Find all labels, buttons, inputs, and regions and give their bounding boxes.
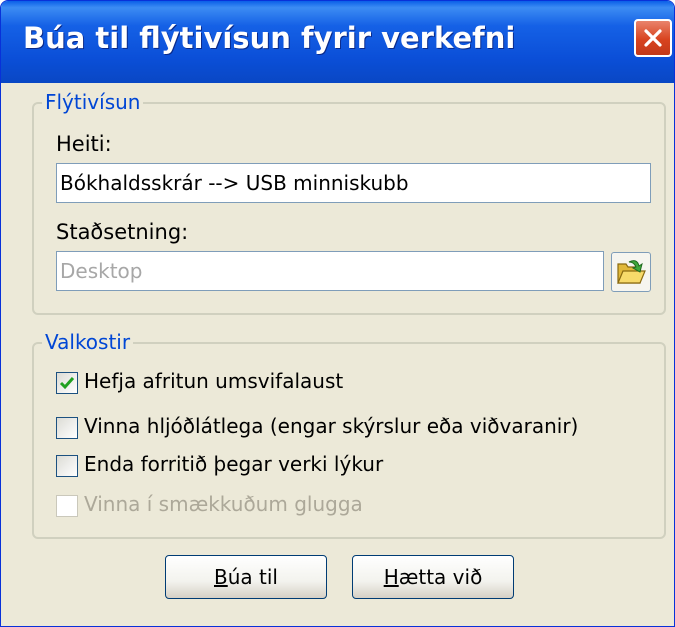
cancel-label: ætta við <box>398 565 483 589</box>
create-label: úa til <box>227 565 278 589</box>
exit-when-done-label: Enda forritið þegar verki lýkur <box>84 452 384 476</box>
create-mnemonic: B <box>214 565 228 589</box>
exit-when-done-checkbox[interactable] <box>56 455 78 477</box>
folder-browse-icon <box>617 260 646 284</box>
browse-button[interactable] <box>611 252 651 292</box>
shortcut-group-legend: Flýtivísun <box>42 90 144 114</box>
location-field: Desktop <box>56 251 604 291</box>
location-label: Staðsetning: <box>56 220 189 244</box>
minimized-checkbox <box>56 495 78 517</box>
start-immediately-label: Hefja afritun umsvifalaust <box>84 369 344 393</box>
name-label: Heiti: <box>56 132 112 156</box>
options-group-legend: Valkostir <box>42 330 134 354</box>
close-icon <box>644 29 662 47</box>
create-button[interactable]: Búa til <box>165 555 327 599</box>
start-immediately-checkbox[interactable] <box>56 372 78 394</box>
silent-checkbox[interactable] <box>56 417 78 439</box>
cancel-mnemonic: H <box>383 565 399 589</box>
close-button[interactable] <box>634 19 672 57</box>
cancel-button[interactable]: Hætta við <box>352 555 514 599</box>
name-field[interactable]: Bókhaldsskrár --> USB minniskubb <box>56 163 651 203</box>
silent-label: Vinna hljóðlátlega (engar skýrslur eða v… <box>84 414 579 438</box>
minimized-label: Vinna í smækkuðum glugga <box>84 492 363 516</box>
checkmark-icon <box>59 377 75 390</box>
window-title: Búa til flýtivísun fyrir verkefni <box>23 21 516 55</box>
title-bar[interactable]: Búa til flýtivísun fyrir verkefni <box>1 1 674 83</box>
